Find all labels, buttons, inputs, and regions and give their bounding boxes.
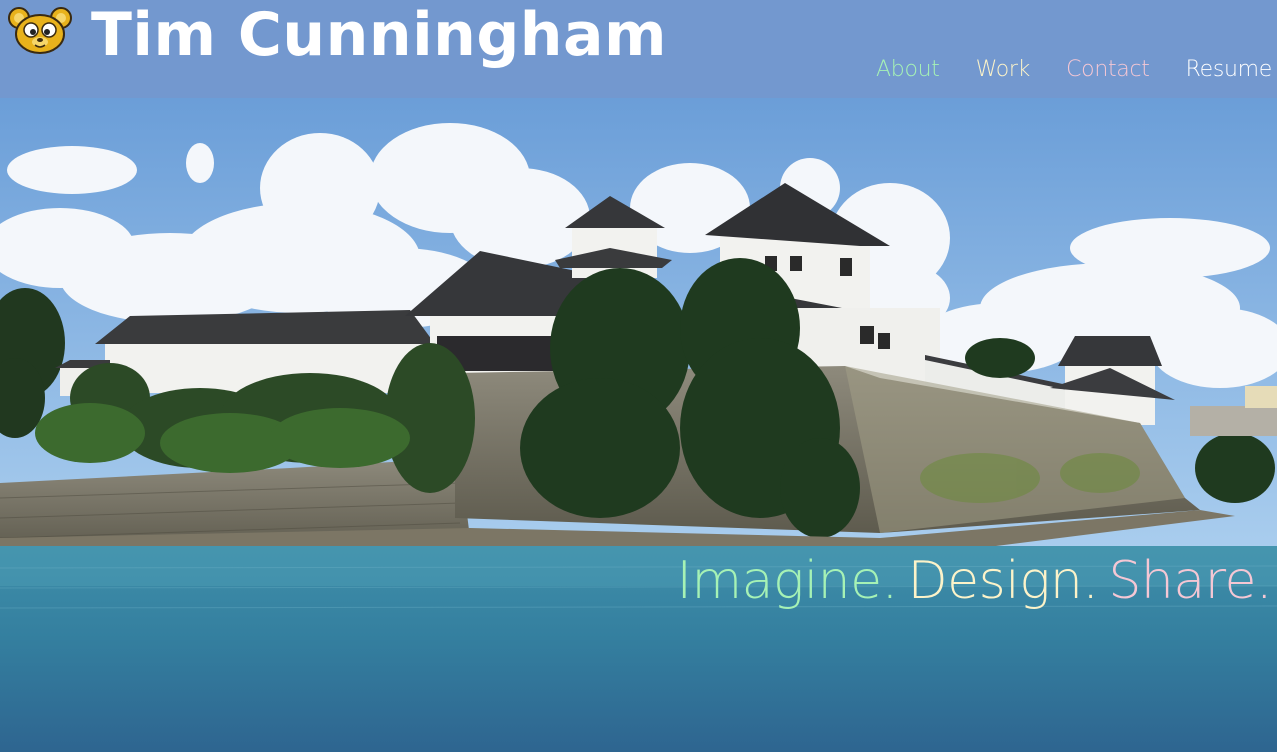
tagline-design: Design.: [907, 551, 1099, 611]
nav-link-about[interactable]: About: [876, 55, 940, 85]
site-header: Tim Cunningham About Work Contact Resume: [0, 0, 1277, 98]
hero-tagline: Imagine. Design. Share.: [676, 550, 1273, 612]
bear-face-icon[interactable]: [7, 6, 73, 56]
castle-photo: [0, 98, 1277, 752]
tagline-share: Share.: [1108, 551, 1272, 611]
tagline-imagine: Imagine.: [676, 551, 899, 611]
site-title[interactable]: Tim Cunningham: [91, 0, 667, 70]
main-nav: About Work Contact Resume: [876, 55, 1272, 85]
nav-link-contact[interactable]: Contact: [1066, 55, 1150, 85]
nav-link-resume[interactable]: Resume: [1186, 55, 1273, 85]
hero-section: Imagine. Design. Share.: [0, 98, 1277, 752]
nav-link-work[interactable]: Work: [976, 55, 1031, 85]
